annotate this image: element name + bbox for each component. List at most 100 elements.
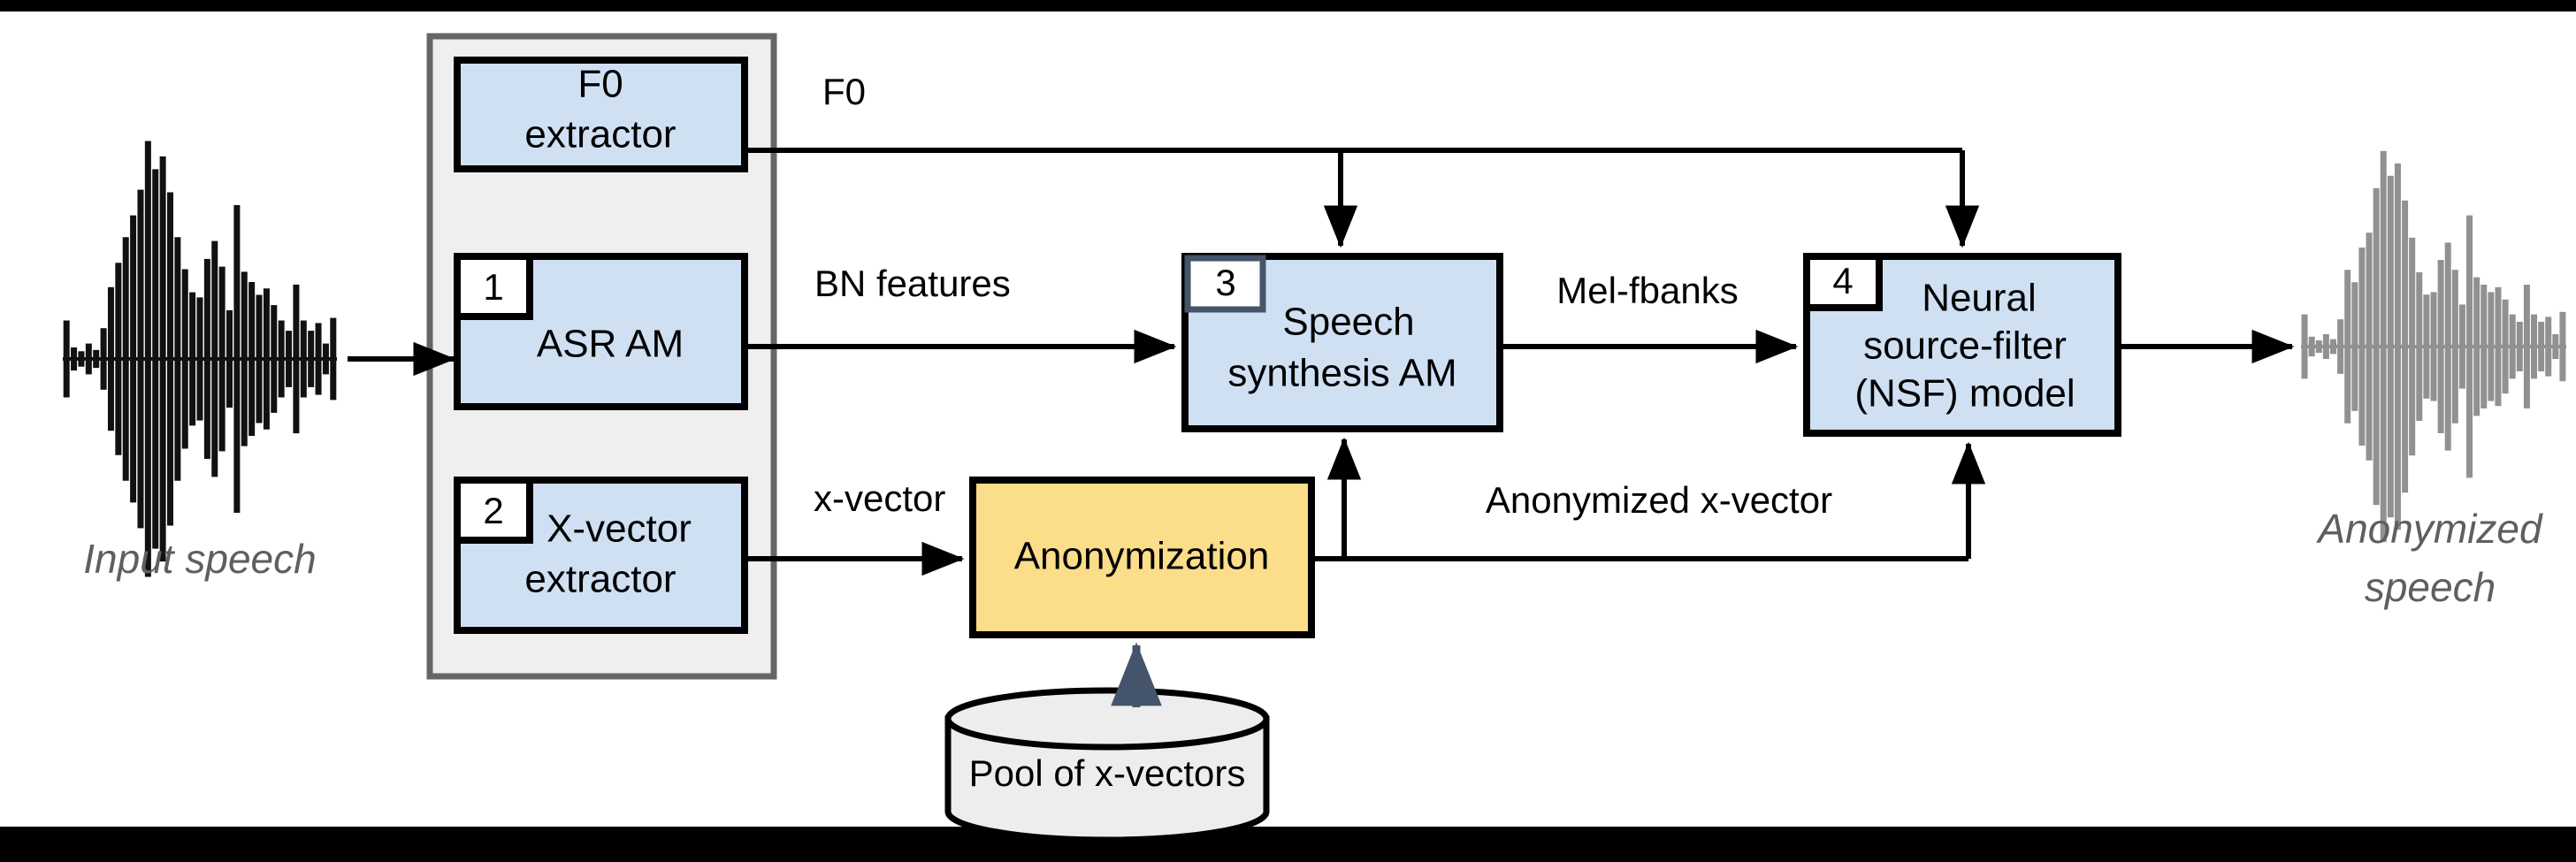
waveform-bar: [122, 237, 129, 481]
waveform-bar: [293, 284, 300, 434]
waveform-bar: [2509, 314, 2516, 379]
waveform-bar: [189, 292, 196, 426]
waveform-bar: [2366, 233, 2373, 461]
waveform-bar: [256, 294, 263, 423]
block-asr-am-label: ASR AM: [537, 323, 684, 366]
waveform-bar: [315, 323, 322, 395]
waveform-bar: [181, 269, 188, 449]
waveform-bar: [203, 258, 210, 460]
block-anonymization-label: Anonymization: [1014, 535, 1270, 578]
block-speech-synthesis-am[interactable]: 3 Speech synthesis AM: [1181, 253, 1503, 432]
waveform-bar: [2488, 292, 2495, 401]
waveform-bar: [2409, 237, 2416, 456]
waveform-bar: [2531, 314, 2538, 379]
block-nsf-model[interactable]: 4 Neural source-filter (NSF) model: [1803, 253, 2121, 437]
block-speech-synthesis-am-line2: synthesis AM: [1227, 352, 1456, 395]
waveform-bar: [2387, 175, 2394, 518]
waveform-bar: [248, 282, 256, 436]
waveform-bar: [2458, 304, 2465, 389]
waveform-bar: [2301, 314, 2308, 379]
waveform-bar: [2437, 260, 2444, 433]
waveform-bar: [2423, 294, 2430, 399]
output-waveform-icon: [2301, 150, 2566, 543]
waveform-bar: [226, 309, 233, 408]
waveform-bar: [2495, 286, 2502, 407]
waveform-bar: [286, 331, 293, 387]
waveform-bar: [2380, 150, 2387, 543]
waveform-bar: [2430, 292, 2437, 401]
waveform-bar: [2545, 317, 2552, 377]
badge-x-vector-extractor: 2: [483, 490, 503, 531]
output-speech-caption-line1: Anonymized: [2315, 506, 2543, 552]
waveform-bar: [330, 317, 337, 400]
block-speech-synthesis-am-line1: Speech: [1282, 301, 1414, 344]
block-anonymization[interactable]: Anonymization: [969, 477, 1315, 638]
cylinder-pool-of-x-vectors[interactable]: Pool of x-vectors: [944, 687, 1270, 843]
waveform-bar: [2416, 272, 2423, 421]
waveform-bar: [2516, 322, 2523, 371]
waveform-bar: [93, 349, 100, 369]
edge-label-x-vector: x-vector: [814, 477, 945, 519]
block-nsf-model-line1: Neural: [1922, 277, 2037, 320]
input-waveform-icon: [63, 141, 337, 577]
edge-label-anonymized-x-vector: Anonymized x-vector: [1486, 479, 1832, 521]
edge-label-bn-features: BN features: [814, 263, 1011, 304]
waveform-bar: [100, 328, 107, 390]
waveform-bar: [2315, 340, 2322, 353]
waveform-bar: [2329, 339, 2336, 355]
badge-nsf-model: 4: [1832, 260, 1853, 301]
waveform-bar: [2502, 299, 2509, 394]
block-f0-extractor-line1: F0: [577, 63, 623, 106]
waveform-bar: [78, 351, 85, 367]
badge-speech-synthesis-am: 3: [1215, 262, 1235, 303]
waveform-bar: [300, 320, 307, 398]
edge-f0: [745, 148, 1980, 248]
edge-label-mel-fbanks: Mel-fbanks: [1556, 270, 1738, 311]
waveform-bar: [2351, 282, 2358, 411]
waveform-bar: [130, 215, 137, 503]
waveform-bar: [115, 263, 122, 455]
waveform-bar: [2358, 248, 2366, 446]
waveform-bar: [137, 189, 144, 529]
waveform-bar: [2523, 285, 2530, 408]
waveform-bar: [2344, 270, 2351, 423]
cylinder-pool-label: Pool of x-vectors: [969, 752, 1246, 794]
input-speech-caption: Input speech: [83, 536, 316, 582]
waveform-bar: [308, 331, 315, 387]
waveform-bar: [2373, 187, 2380, 506]
waveform-bar: [263, 288, 270, 430]
waveform-bar: [166, 192, 173, 526]
waveform-bar: [2394, 163, 2401, 530]
waveform-bar: [196, 297, 203, 421]
waveform-bar: [2402, 200, 2409, 493]
waveform-bar: [322, 343, 329, 375]
waveform-bar: [174, 237, 181, 481]
waveform-bar: [2337, 319, 2344, 374]
waveform-bar: [218, 266, 225, 452]
waveform-bar: [271, 305, 278, 413]
waveform-bar: [233, 205, 241, 513]
figure-canvas: Input speech F0 extractor 1 ASR AM 2 X-v…: [0, 0, 2576, 862]
output-speech-caption-line2: speech: [2365, 564, 2496, 610]
waveform-bar: [2559, 311, 2566, 382]
block-nsf-model-line3: (NSF) model: [1854, 372, 2075, 416]
block-asr-am[interactable]: 1 ASR AM: [454, 253, 748, 410]
waveform-bar: [2444, 242, 2451, 451]
waveform-bar: [2308, 336, 2315, 357]
waveform-bar: [2322, 334, 2329, 359]
block-f0-extractor[interactable]: F0 extractor: [454, 57, 748, 172]
waveform-bar: [85, 343, 92, 375]
block-x-vector-extractor-line1: X-vector: [547, 507, 692, 551]
waveform-bar: [241, 271, 248, 446]
block-x-vector-extractor[interactable]: 2 X-vector extractor: [454, 477, 748, 634]
waveform-bar: [2552, 334, 2559, 359]
waveform-bar: [2480, 285, 2488, 408]
waveform-bar: [152, 169, 159, 549]
waveform-bar: [2451, 270, 2458, 423]
waveform-bar: [278, 320, 285, 398]
waveform-bar: [107, 286, 114, 431]
waveform-bar: [2538, 322, 2545, 371]
waveform-bar: [2466, 215, 2473, 478]
waveform-bar: [144, 141, 151, 577]
pipeline-diagram: Input speech F0 extractor 1 ASR AM 2 X-v…: [63, 33, 2566, 843]
